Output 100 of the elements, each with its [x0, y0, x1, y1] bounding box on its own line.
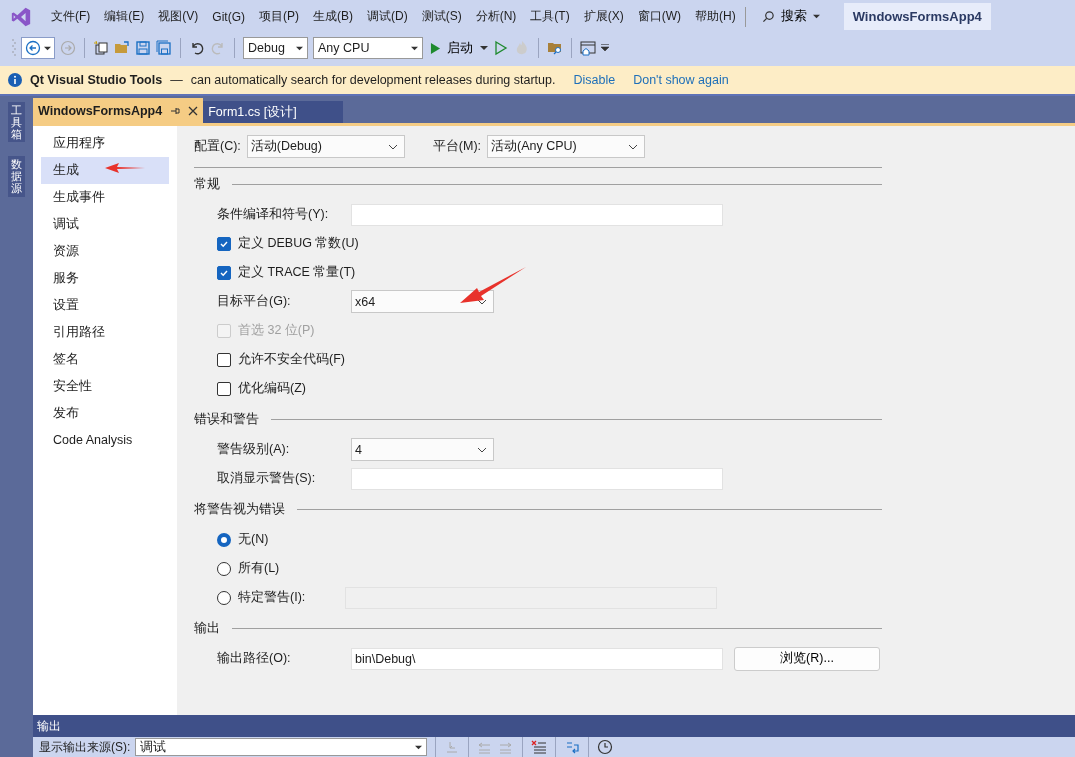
nav-item[interactable]: 签名 — [41, 346, 169, 373]
notification-link[interactable]: Disable — [573, 73, 616, 87]
grip-icon — [12, 38, 16, 58]
nav-item[interactable]: 生成 — [41, 157, 169, 184]
nav-item[interactable]: 资源 — [41, 238, 169, 265]
document-tab[interactable]: Form1.cs [设计] — [203, 101, 344, 123]
side-tab[interactable]: 数据源 — [8, 156, 25, 197]
platform-dropdown[interactable]: Any CPU — [313, 37, 423, 59]
checkbox-label: 定义 TRACE 常量(T) — [238, 264, 356, 281]
nav-item[interactable]: 发布 — [41, 400, 169, 427]
output-source-dropdown[interactable]: 调试 — [135, 738, 428, 756]
side-tab[interactable]: 工具箱 — [8, 102, 25, 143]
nav-item[interactable]: 安全性 — [41, 373, 169, 400]
configuration-dropdown[interactable]: Debug — [243, 37, 308, 59]
input-field[interactable] — [351, 467, 723, 490]
section-title: 常规 — [194, 175, 220, 193]
nav-item[interactable]: 引用路径 — [41, 319, 169, 346]
dropdown[interactable]: 4 — [351, 438, 494, 461]
field-label: 警告级别(A): — [217, 441, 291, 458]
checkbox-label: 首选 32 位(P) — [238, 322, 315, 339]
menu-item[interactable]: 项目(P) — [252, 8, 306, 25]
radio-button[interactable] — [217, 561, 231, 576]
menu-item[interactable]: 工具(T) — [523, 8, 577, 25]
close-icon[interactable] — [188, 105, 199, 116]
folder-search-icon[interactable] — [547, 40, 563, 56]
menu-item[interactable]: Git(G) — [205, 9, 252, 24]
nav-item[interactable]: 生成事件 — [41, 184, 169, 211]
overflow-icon[interactable] — [601, 44, 609, 52]
checkbox[interactable] — [217, 236, 231, 251]
menu-item[interactable]: 编辑(E) — [97, 8, 152, 25]
annotation-arrow-icon — [460, 267, 526, 303]
word-wrap-icon[interactable] — [564, 739, 581, 755]
radio-label: 无(N) — [238, 531, 269, 548]
caret-icon — [415, 743, 423, 751]
caret-icon — [812, 13, 820, 20]
document-tab[interactable]: WindowsFormsApp4 — [33, 98, 204, 123]
config-dropdown[interactable]: 活动(Debug) — [246, 135, 405, 158]
new-item-icon[interactable] — [93, 40, 109, 56]
menu-item[interactable]: 生成(B) — [306, 8, 360, 25]
dropdown-arrow-icon[interactable] — [480, 44, 488, 52]
nav-item[interactable]: 设置 — [41, 292, 169, 319]
start-button[interactable]: 启动 — [428, 39, 475, 57]
checkbox-label: 定义 DEBUG 常数(U) — [238, 235, 359, 252]
caret-icon — [411, 44, 418, 52]
chevron-icon — [477, 446, 487, 453]
checkbox[interactable] — [217, 352, 231, 367]
clear-all-icon[interactable] — [531, 739, 548, 755]
section-title: 输出 — [194, 619, 220, 637]
field-label: 条件编译和符号(Y): — [217, 206, 330, 223]
field-label: 输出路径(O): — [217, 650, 292, 667]
run-outline-icon[interactable] — [493, 40, 509, 56]
nav-item[interactable]: Code Analysis — [41, 427, 169, 454]
radio-button[interactable] — [217, 532, 231, 547]
input-field[interactable] — [351, 203, 723, 226]
checkbox-label: 允许不安全代码(F) — [238, 351, 345, 368]
panel-title: 输出 — [33, 715, 1075, 737]
menu-item[interactable]: 视图(V) — [151, 8, 206, 25]
menu-item[interactable]: 窗口(W) — [630, 8, 688, 25]
save-all-icon[interactable] — [156, 40, 172, 56]
radio-label: 所有(L) — [238, 560, 280, 577]
platform-label: 平台(M): — [432, 138, 482, 155]
notification-title: Qt Visual Studio Tools — [30, 73, 163, 87]
clock-icon[interactable] — [597, 739, 614, 755]
section-title: 错误和警告 — [194, 410, 259, 428]
output-source-label: 显示输出来源(S): — [39, 738, 131, 756]
undo-icon[interactable] — [189, 40, 205, 56]
solution-title: WindowsFormsApp4 — [843, 3, 991, 30]
field-label: 目标平台(G): — [217, 293, 292, 310]
menu-item[interactable]: 测试(S) — [414, 8, 469, 25]
menu-item[interactable]: 帮助(H) — [688, 8, 743, 25]
info-icon — [8, 73, 22, 87]
caret-icon — [296, 44, 303, 52]
radio-label: 特定警告(I): — [238, 589, 307, 606]
checkbox-label: 优化编码(Z) — [238, 380, 306, 397]
open-folder-icon[interactable] — [114, 40, 130, 56]
play-icon — [430, 41, 441, 55]
search-icon — [761, 10, 775, 23]
section-title: 将警告视为错误 — [194, 500, 285, 518]
field-label: 取消显示警告(S): — [217, 470, 317, 487]
dropdown[interactable]: x64 — [351, 290, 494, 313]
menu-item[interactable]: 扩展(X) — [576, 8, 631, 25]
browse-button[interactable]: 浏览(R)... — [734, 646, 880, 671]
nav-item[interactable]: 服务 — [41, 265, 169, 292]
window-home-icon[interactable] — [580, 40, 596, 56]
notification-dash: — — [170, 73, 183, 87]
back-button[interactable] — [21, 37, 55, 59]
menu-item[interactable]: 调试(D) — [360, 8, 415, 25]
input-field[interactable]: bin\Debug\ — [351, 647, 723, 670]
checkbox[interactable] — [217, 381, 231, 396]
pin-icon[interactable] — [170, 105, 181, 116]
menu-item[interactable]: 分析(N) — [468, 8, 524, 25]
platform-dropdown[interactable]: 活动(Any CPU) — [487, 135, 646, 158]
save-icon[interactable] — [135, 40, 151, 56]
notification-link[interactable]: Don't show again — [633, 73, 729, 87]
search-button[interactable]: 搜索 — [755, 8, 826, 25]
checkbox[interactable] — [217, 265, 231, 280]
menu-item[interactable]: 文件(F) — [44, 8, 98, 25]
nav-item[interactable]: 调试 — [41, 211, 169, 238]
chevron-icon — [387, 143, 398, 150]
nav-item[interactable]: 应用程序 — [41, 130, 169, 157]
